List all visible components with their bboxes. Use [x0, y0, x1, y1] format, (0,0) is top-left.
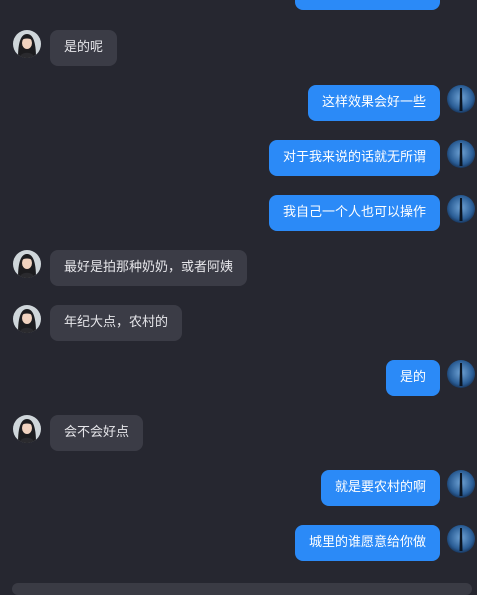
- contact-avatar-icon[interactable]: [13, 30, 41, 58]
- message-row-outgoing: 就是要农村的啊: [0, 470, 477, 508]
- self-avatar-icon[interactable]: [447, 85, 475, 113]
- contact-avatar-icon[interactable]: [13, 415, 41, 443]
- self-avatar-icon[interactable]: [447, 195, 475, 223]
- message-row-incoming: 年纪大点，农村的: [0, 305, 477, 343]
- contact-avatar-icon[interactable]: [13, 250, 41, 278]
- self-avatar-icon[interactable]: [447, 525, 475, 553]
- message-bubble[interactable]: 是的: [385, 360, 440, 396]
- message-bubble[interactable]: 最好是拍那种奶奶，或者阿姨: [50, 250, 248, 286]
- message-bubble[interactable]: 这样效果会好一些: [307, 85, 440, 121]
- message-row-outgoing: 我自己一个人也可以操作: [0, 195, 477, 233]
- self-avatar-icon[interactable]: [447, 470, 475, 498]
- message-bubble[interactable]: 是的呢: [50, 30, 118, 66]
- self-avatar-icon[interactable]: [447, 360, 475, 388]
- message-row-outgoing: 是的: [0, 360, 477, 398]
- message-row-incoming: 是的呢: [0, 30, 477, 68]
- contact-avatar-icon[interactable]: [13, 305, 41, 333]
- message-bubble[interactable]: 对于我来说的话就无所谓: [268, 140, 440, 176]
- previous-message-bubble-partial: [295, 0, 440, 10]
- message-row-outgoing: 对于我来说的话就无所谓: [0, 140, 477, 178]
- message-input-box-edge[interactable]: [12, 583, 472, 595]
- message-row-incoming: 最好是拍那种奶奶，或者阿姨: [0, 250, 477, 288]
- message-bubble[interactable]: 就是要农村的啊: [320, 470, 440, 506]
- chat-message-list[interactable]: 是的呢 这样效果会好一些 对于我来说的话就无所谓 我自己一个人也可以操作 最好是…: [0, 0, 477, 595]
- message-bubble[interactable]: 会不会好点: [50, 415, 144, 451]
- message-row-outgoing: 这样效果会好一些: [0, 85, 477, 123]
- message-row-incoming: 会不会好点: [0, 415, 477, 453]
- message-bubble[interactable]: 我自己一个人也可以操作: [268, 195, 440, 231]
- message-bubble[interactable]: 年纪大点，农村的: [50, 305, 183, 341]
- self-avatar-icon[interactable]: [447, 140, 475, 168]
- message-row-outgoing: 城里的谁愿意给你做: [0, 525, 477, 563]
- message-bubble[interactable]: 城里的谁愿意给你做: [294, 525, 440, 561]
